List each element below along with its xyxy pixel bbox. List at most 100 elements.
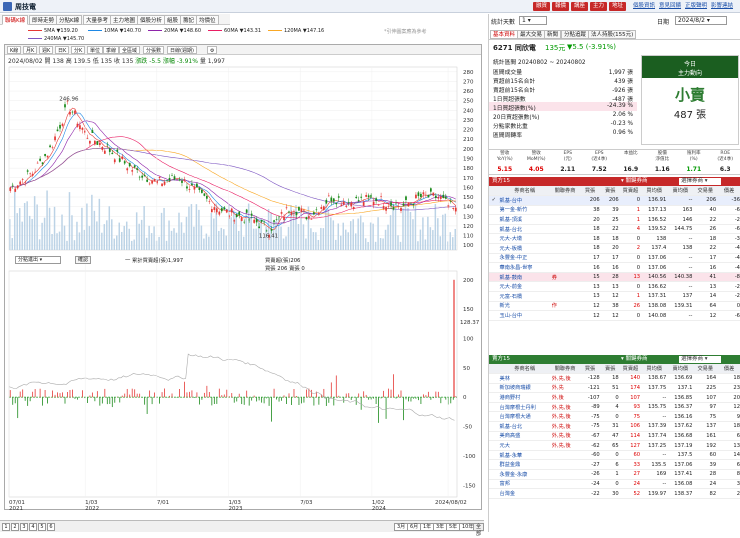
row-checkbox[interactable] <box>489 224 499 234</box>
row-checkbox[interactable] <box>489 460 499 470</box>
row-checkbox[interactable] <box>489 263 499 273</box>
row-checkbox[interactable] <box>489 234 499 244</box>
table-row[interactable]: ✓凱基-台中2062060136.91--206-36 <box>489 196 740 206</box>
top-button-5[interactable]: 地址 <box>609 2 626 11</box>
table-row[interactable]: 元大-大墩18180138--18-3 <box>489 234 740 244</box>
broker-name[interactable]: 凱基-台北 <box>499 224 551 234</box>
table-row[interactable]: 凱基-頂溪20251136.5214622-2 <box>489 215 740 225</box>
tab-analysis[interactable]: 個股分析 <box>137 15 165 25</box>
page-5[interactable]: 5 <box>38 523 46 531</box>
rtab-basic[interactable]: 基本資料 <box>490 30 518 39</box>
row-checkbox[interactable] <box>489 470 499 480</box>
broker-name[interactable]: 元大-大墩 <box>499 234 551 244</box>
buy-select[interactable]: ▾ 關鍵券商 <box>621 177 648 186</box>
broker-name[interactable]: 台灣摩根士丹利 <box>499 402 551 412</box>
row-checkbox[interactable] <box>489 412 499 422</box>
tab-avg-price[interactable]: 均價位 <box>196 15 219 25</box>
table-row[interactable]: 元富-石橋13121137.3113714-2 <box>489 292 740 302</box>
table-row[interactable]: 玉山-台中12120140.08--12-6 <box>489 311 740 321</box>
period-all[interactable]: 全部 <box>473 523 484 531</box>
page-6[interactable]: 6 <box>47 523 55 531</box>
broker-name[interactable]: 台灣摩根大通 <box>499 412 551 422</box>
broker-name[interactable]: 港商野村 <box>499 393 551 403</box>
table-row[interactable]: 新光作123826138.08139.31640 <box>489 301 740 311</box>
row-checkbox[interactable] <box>489 393 499 403</box>
rtab-branch[interactable]: 分點追蹤 <box>561 30 589 39</box>
tab-volume[interactable]: 大量參考 <box>83 15 111 25</box>
sub-indicator-select[interactable]: 分點進出 ▾ <box>15 256 61 264</box>
broker-name[interactable]: 元大-前金 <box>499 282 551 292</box>
table-row[interactable]: 元大-板橋18202137.413822-4 <box>489 244 740 254</box>
broker-name[interactable]: 台灣金 <box>499 489 551 499</box>
table-row[interactable]: 元大-前金13130136.62--13-2 <box>489 282 740 292</box>
table-row[interactable]: 台灣摩根大通外,先,後-75075--136.16759 <box>489 412 740 422</box>
broker-name[interactable]: 元大-板橋 <box>499 244 551 254</box>
table-row[interactable]: 元大外,先,後-6265127137.25137.1919213 <box>489 441 740 451</box>
link-statement[interactable]: 正版聲明 <box>685 2 707 11</box>
broker-name[interactable]: 凱基-鼓南 <box>499 272 551 282</box>
date-picker[interactable]: 2024/8/2 ▾ <box>675 16 727 25</box>
row-checkbox[interactable]: ✓ <box>489 196 499 206</box>
table-row[interactable]: 群益金鼎-27633135.5137.06396 <box>489 460 740 470</box>
tab-k-line[interactable]: 聯碼K線 <box>2 15 28 25</box>
broker-name[interactable]: 新加坡商瑞銀 <box>499 383 551 393</box>
row-checkbox[interactable] <box>489 431 499 441</box>
table-row[interactable]: 凱基-永華-60060--137.56014 <box>489 450 740 460</box>
table-row[interactable]: 美林外,先,後-12818140138.67136.6916418 <box>489 374 740 384</box>
page-3[interactable]: 3 <box>20 523 28 531</box>
sell-filter-select[interactable]: 選擇券商 ▾ <box>679 356 721 363</box>
broker-name[interactable]: 永豐金-中正 <box>499 253 551 263</box>
broker-name[interactable]: 元大 <box>499 441 551 451</box>
chart-panel[interactable]: K線 月K 週K 日K 分K 單位 季線 全區域 分張數 日線(週期) ⚙ 20… <box>4 44 482 510</box>
broker-name[interactable]: 美商高盛 <box>499 431 551 441</box>
confirm-button[interactable]: 確認 <box>75 256 91 264</box>
link-related[interactable]: 影響連結 <box>711 2 733 11</box>
rtab-news[interactable]: 新聞 <box>544 30 561 39</box>
broker-name[interactable]: 凱基-台北 <box>499 422 551 432</box>
row-checkbox[interactable] <box>489 489 499 499</box>
row-checkbox[interactable] <box>489 292 499 302</box>
table-row[interactable]: 凱基-台北18224139.52144.7526-6 <box>489 224 740 234</box>
page-4[interactable]: 4 <box>29 523 37 531</box>
row-checkbox[interactable] <box>489 205 499 215</box>
buy-filter-select[interactable]: 選擇券商 ▾ <box>679 178 721 185</box>
table-row[interactable]: 新加坡商瑞銀外,先-12151174137.75137.122523 <box>489 383 740 393</box>
row-checkbox[interactable] <box>489 479 499 489</box>
row-checkbox[interactable] <box>489 215 499 225</box>
page-1[interactable]: 1 <box>2 523 10 531</box>
table-row[interactable]: 港商野村外,後-1070107--136.8510720 <box>489 393 740 403</box>
sell-select[interactable]: ▾ 關鍵券商 <box>621 355 648 364</box>
broker-name[interactable]: 玉山-台中 <box>499 311 551 321</box>
top-button-1[interactable]: 融資 <box>533 2 550 11</box>
table-row[interactable]: 美商高盛外,先,後-6747114137.74136.681616 <box>489 431 740 441</box>
stat-days-select[interactable]: 1 ▾ <box>519 16 547 25</box>
row-checkbox[interactable] <box>489 383 499 393</box>
broker-name[interactable]: 元富-石橋 <box>499 292 551 302</box>
table-row[interactable]: 台灣金-223052139.97138.37822 <box>489 489 740 499</box>
broker-name[interactable]: 美林 <box>499 374 551 384</box>
row-checkbox[interactable] <box>489 422 499 432</box>
row-checkbox[interactable] <box>489 244 499 254</box>
top-button-2[interactable]: 報價 <box>552 2 569 11</box>
rtab-institution[interactable]: 法人持股(155元) <box>588 30 636 39</box>
broker-name[interactable]: 凱基-頂溪 <box>499 215 551 225</box>
table-row[interactable]: 台灣摩根士丹利外,先,後-89493135.75136.379712 <box>489 402 740 412</box>
row-checkbox[interactable] <box>489 282 499 292</box>
rtab-max-trade[interactable]: 最大交易 <box>517 30 545 39</box>
row-checkbox[interactable] <box>489 441 499 451</box>
table-row[interactable]: 富邦-24024--136.08243 <box>489 479 740 489</box>
row-checkbox[interactable] <box>489 253 499 263</box>
broker-name[interactable]: 凱基-永華 <box>499 450 551 460</box>
link-info[interactable]: 個股資訊 <box>633 2 655 11</box>
row-checkbox[interactable] <box>489 374 499 384</box>
broker-name[interactable]: 群益金鼎 <box>499 460 551 470</box>
link-feedback[interactable]: 意見回饋 <box>659 2 681 11</box>
broker-name[interactable]: 華南永昌-世寧 <box>499 263 551 273</box>
table-row[interactable]: 華南永昌-世寧16160137.06--16-4 <box>489 263 740 273</box>
top-button-3[interactable]: 講座 <box>571 2 588 11</box>
row-checkbox[interactable] <box>489 272 499 282</box>
tab-main-map[interactable]: 主力地圖 <box>110 15 138 25</box>
top-button-4[interactable]: 主力 <box>590 2 607 11</box>
tab-branch-k[interactable]: 分點K線 <box>56 15 82 25</box>
tab-realtime[interactable]: 即時走勢 <box>29 15 57 25</box>
